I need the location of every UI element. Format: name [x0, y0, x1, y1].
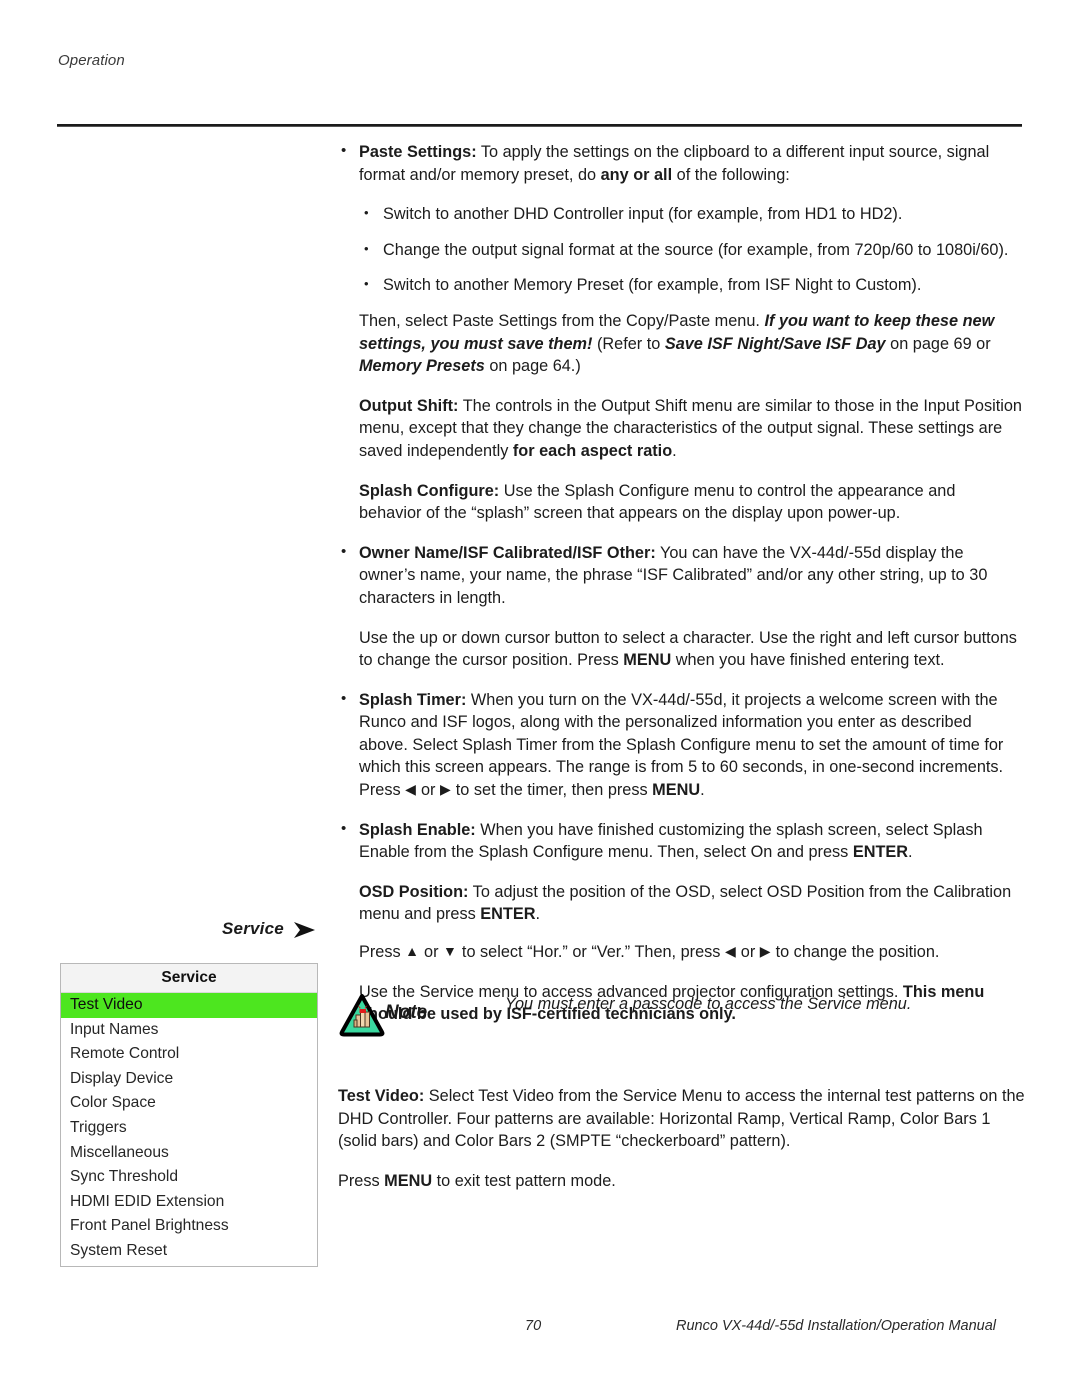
- footer-manual-title: Runco VX-44d/-55d Installation/Operation…: [676, 1318, 996, 1334]
- paste-settings-bullet: Paste Settings: To apply the settings on…: [338, 140, 1022, 186]
- test-video-body: Select Test Video from the Service Menu …: [338, 1087, 1025, 1151]
- lower-body-column: Test Video: Select Test Video from the S…: [338, 1085, 1028, 1209]
- splash-configure-paragraph: Splash Configure: Use the Splash Configu…: [359, 480, 1022, 525]
- exit-pattern-lead: Press: [338, 1171, 385, 1190]
- menu-item-front-panel-brightness[interactable]: Front Panel Brightness: [61, 1214, 317, 1239]
- menu-item-test-video[interactable]: Test Video: [61, 993, 317, 1018]
- paste-settings-body-end: of the following:: [672, 165, 790, 184]
- menu-item-system-reset[interactable]: System Reset: [61, 1239, 317, 1264]
- paste-settings-term: Paste Settings:: [359, 143, 477, 161]
- header-rule: [57, 124, 1022, 127]
- cursor-help-key: MENU: [623, 651, 672, 670]
- running-head: Operation: [58, 52, 125, 69]
- output-shift-term: Output Shift:: [359, 396, 459, 415]
- osd-position-end: .: [535, 905, 540, 924]
- note-label: Note: [385, 1002, 428, 1023]
- output-shift-body-end: .: [672, 441, 677, 460]
- menu-item-remote-control[interactable]: Remote Control: [61, 1042, 317, 1067]
- test-video-paragraph: Test Video: Select Test Video from the S…: [338, 1085, 1028, 1153]
- menu-item-color-space[interactable]: Color Space: [61, 1091, 317, 1116]
- splash-timer-term: Splash Timer:: [359, 690, 467, 709]
- paste-followup-emph-2: Save ISF Night/Save ISF Day: [664, 334, 886, 353]
- splash-timer-bullet: Splash Timer: When you turn on the VX-44…: [338, 688, 1022, 802]
- menu-item-sync-threshold[interactable]: Sync Threshold: [61, 1165, 317, 1190]
- paste-sub-bullet: Switch to another DHD Controller input (…: [338, 202, 1022, 226]
- cursor-help-tail: when you have finished entering text.: [671, 651, 945, 670]
- menu-item-triggers[interactable]: Triggers: [61, 1116, 317, 1141]
- output-shift-emph: for each aspect ratio: [512, 441, 673, 460]
- splash-enable-term: Splash Enable:: [359, 820, 476, 839]
- service-menu-list: Test Video Input Names Remote Control Di…: [61, 993, 317, 1266]
- splash-timer-mid: or: [416, 781, 440, 800]
- osd-position-key: ENTER: [480, 905, 536, 924]
- owner-name-term: Owner Name/ISF Calibrated/ISF Other:: [359, 543, 656, 562]
- paste-sub-bullet-text: Change the output signal format at the s…: [383, 240, 1009, 259]
- output-shift-paragraph: Output Shift: The controls in the Output…: [359, 395, 1022, 463]
- splash-timer-end: .: [700, 781, 705, 800]
- menu-item-display-device[interactable]: Display Device: [61, 1067, 317, 1092]
- menu-item-input-names[interactable]: Input Names: [61, 1018, 317, 1043]
- arrow-down-icon: ▼: [443, 943, 458, 960]
- menu-item-miscellaneous[interactable]: Miscellaneous: [61, 1141, 317, 1166]
- splash-timer-key: MENU: [652, 781, 701, 800]
- cursor-help-paragraph: Use the up or down cursor button to sele…: [359, 627, 1022, 672]
- footer-page-number: 70: [525, 1318, 542, 1334]
- service-menu-box[interactable]: Service Test Video Input Names Remote Co…: [60, 963, 318, 1267]
- output-shift-body: The controls in the Output Shift menu ar…: [359, 396, 1022, 460]
- osd-press-tail: to change the position.: [771, 943, 940, 962]
- splash-timer-tail: to set the timer, then press: [451, 781, 653, 800]
- test-video-term: Test Video:: [338, 1087, 425, 1105]
- paste-sub-bullet-text: Switch to another Memory Preset (for exa…: [383, 276, 922, 295]
- paste-sub-bullet: Switch to another Memory Preset (for exa…: [338, 273, 1022, 297]
- arrow-left-icon: ◀: [724, 943, 737, 960]
- arrow-left-icon: ◀: [405, 781, 417, 798]
- osd-position-term: OSD Position:: [359, 882, 469, 901]
- paste-followup-mid: (Refer to: [592, 334, 665, 353]
- osd-press-mid-3: or: [736, 943, 760, 962]
- exit-pattern-tail: to exit test pattern mode.: [432, 1171, 616, 1190]
- paste-followup-lead: Then, select Paste Settings from the Cop…: [359, 311, 765, 330]
- paste-sub-bullet: Change the output signal format at the s…: [338, 238, 1022, 262]
- osd-position-paragraph: OSD Position: To adjust the position of …: [359, 881, 1022, 926]
- splash-enable-end: .: [908, 843, 913, 862]
- splash-enable-bullet: Splash Enable: When you have finished cu…: [338, 818, 1022, 864]
- arrow-right-icon: ▶: [439, 781, 452, 798]
- osd-press-mid-1: or: [419, 943, 444, 962]
- exit-pattern-paragraph: Press MENU to exit test pattern mode.: [338, 1170, 1028, 1193]
- osd-press-paragraph: Press ▲ or ▼ to select “Hor.” or “Ver.” …: [359, 941, 1022, 964]
- arrow-right-icon: [292, 919, 318, 941]
- menu-item-hdmi-edid-extension[interactable]: HDMI EDID Extension: [61, 1190, 317, 1215]
- service-margin-label: Service: [222, 919, 284, 938]
- splash-configure-term: Splash Configure:: [359, 481, 500, 500]
- paste-followup-mid-2: on page 69 or: [885, 334, 991, 353]
- exit-pattern-key: MENU: [384, 1171, 433, 1190]
- splash-enable-key: ENTER: [852, 843, 909, 862]
- paste-followup-paragraph: Then, select Paste Settings from the Cop…: [359, 310, 1022, 378]
- main-body-column: Paste Settings: To apply the settings on…: [338, 140, 1022, 1043]
- osd-press-mid-2: to select “Hor.” or “Ver.” Then, press: [457, 943, 725, 962]
- service-menu-title: Service: [61, 964, 317, 993]
- paste-sub-bullet-text: Switch to another DHD Controller input (…: [383, 205, 903, 224]
- note-text: You must enter a passcode to access the …: [505, 995, 912, 1013]
- page-footer: 70 Runco VX-44d/-55d Installation/Operat…: [0, 1318, 1080, 1342]
- owner-name-bullet: Owner Name/ISF Calibrated/ISF Other: You…: [338, 541, 1022, 610]
- arrow-right-icon: ▶: [759, 943, 772, 960]
- arrow-up-icon: ▲: [405, 943, 420, 960]
- paste-settings-emph: any or all: [600, 165, 673, 184]
- paste-followup-end: on page 64.): [484, 357, 581, 376]
- osd-press-lead: Press: [359, 943, 406, 962]
- paste-followup-emph-3: Memory Presets: [359, 357, 485, 376]
